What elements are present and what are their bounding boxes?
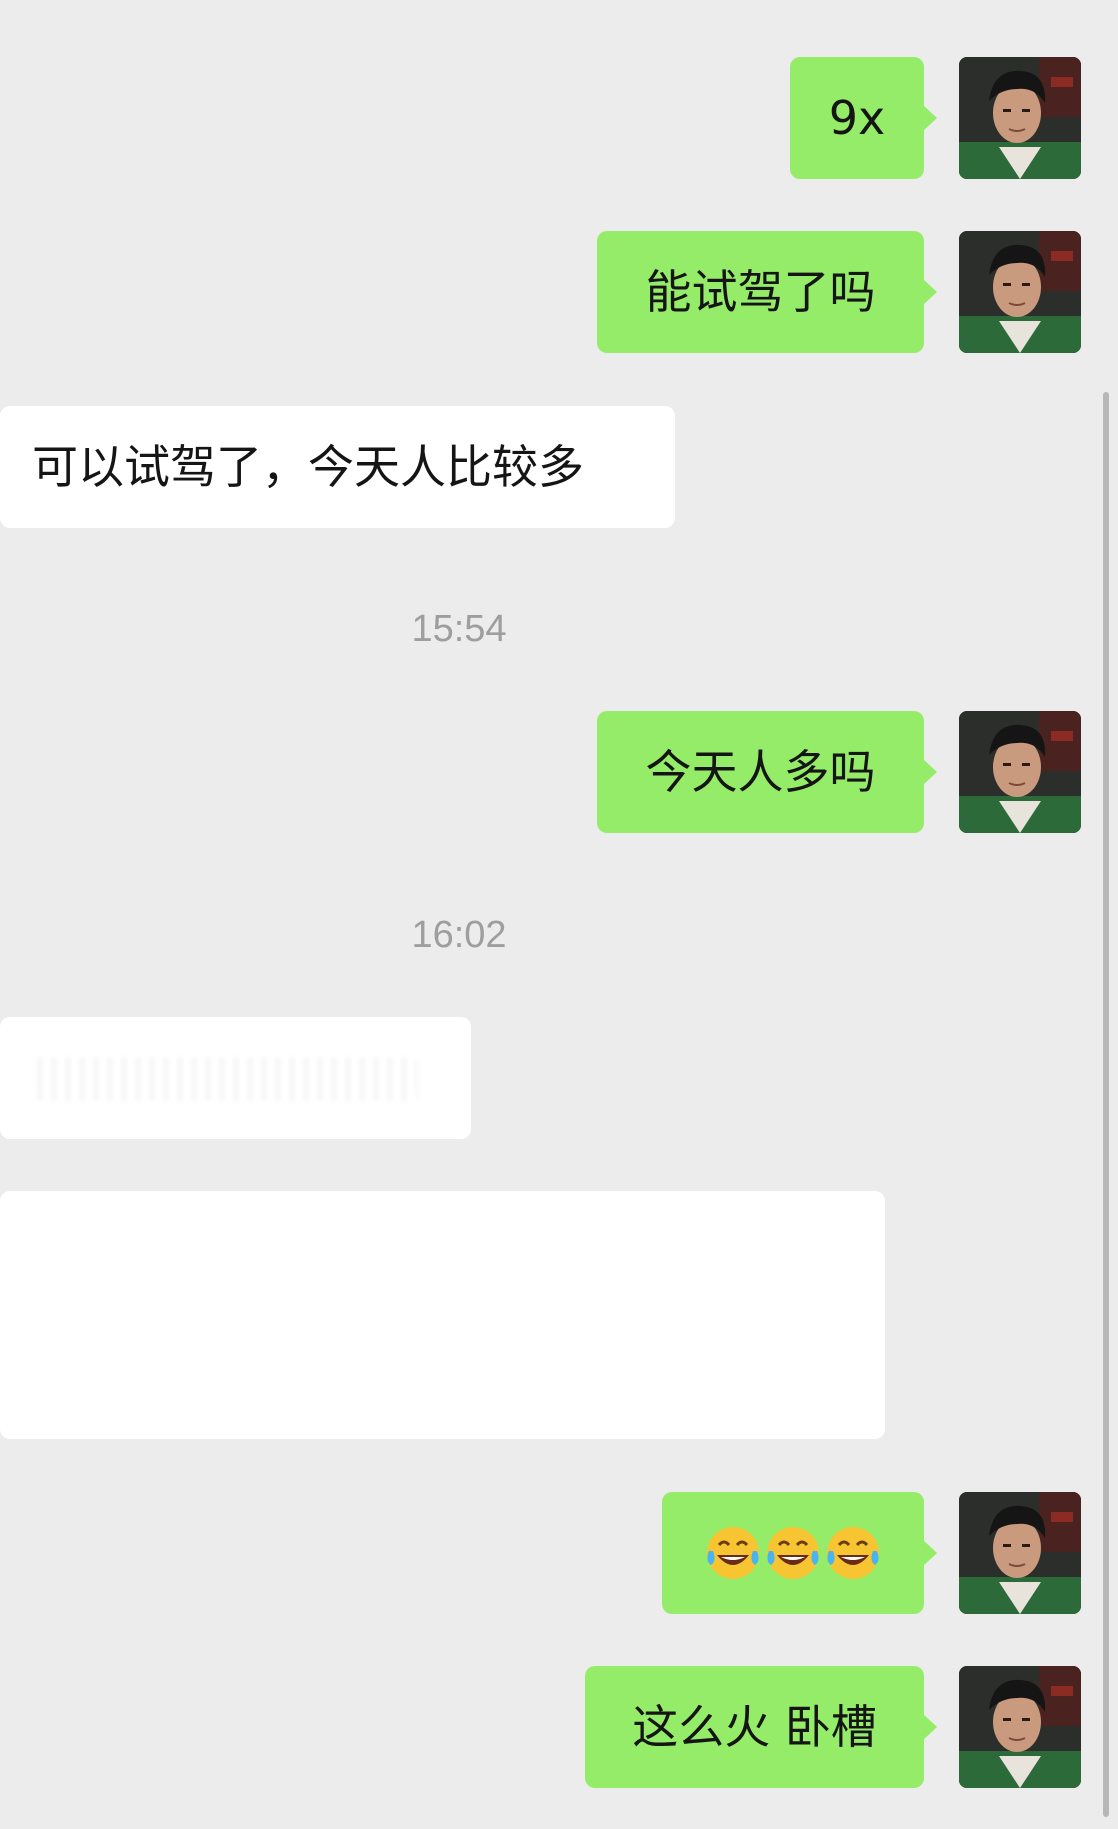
message-text: 这么火 卧槽: [632, 1700, 877, 1754]
incoming-message-bubble-redacted[interactable]: [0, 1017, 471, 1139]
avatar-image: [959, 231, 1081, 353]
emoji-row: [662, 1492, 924, 1614]
incoming-message-bubble[interactable]: 可以试驾了，今天人比较多: [0, 406, 675, 528]
timestamp: 15:54: [411, 608, 507, 650]
message-text: 能试驾了吗: [645, 265, 876, 319]
user-avatar[interactable]: [959, 57, 1081, 179]
incoming-message-bubble[interactable]: [0, 1191, 885, 1439]
outgoing-message-bubble[interactable]: 能试驾了吗: [597, 231, 937, 353]
user-avatar[interactable]: [959, 1492, 1081, 1614]
user-avatar[interactable]: [959, 711, 1081, 833]
tears-of-joy-emoji-icon: [707, 1527, 759, 1579]
user-avatar[interactable]: [959, 1666, 1081, 1788]
avatar-image: [959, 1492, 1081, 1614]
tears-of-joy-emoji-icon: [827, 1527, 879, 1579]
avatar-image: [959, 711, 1081, 833]
outgoing-message-bubble[interactable]: 9x: [790, 57, 937, 179]
avatar-image: [959, 1666, 1081, 1788]
message-text: 可以试驾了，今天人比较多: [32, 440, 584, 494]
timestamp: 16:02: [411, 914, 507, 956]
message-text: 9x: [828, 91, 886, 145]
avatar-image: [959, 57, 1081, 179]
message-text: 今天人多吗: [645, 745, 876, 799]
user-avatar[interactable]: [959, 231, 1081, 353]
outgoing-message-bubble[interactable]: [662, 1492, 937, 1614]
chat-panel: 9x 能试驾了吗 可以试驾了，今天人比较多 15:54 今天人多吗 16:02 …: [0, 0, 1118, 1829]
redacted-text: [28, 1057, 418, 1101]
outgoing-message-bubble[interactable]: 今天人多吗: [597, 711, 937, 833]
tears-of-joy-emoji-icon: [767, 1527, 819, 1579]
outgoing-message-bubble[interactable]: 这么火 卧槽: [585, 1666, 937, 1788]
scrollbar[interactable]: [1103, 392, 1109, 1817]
